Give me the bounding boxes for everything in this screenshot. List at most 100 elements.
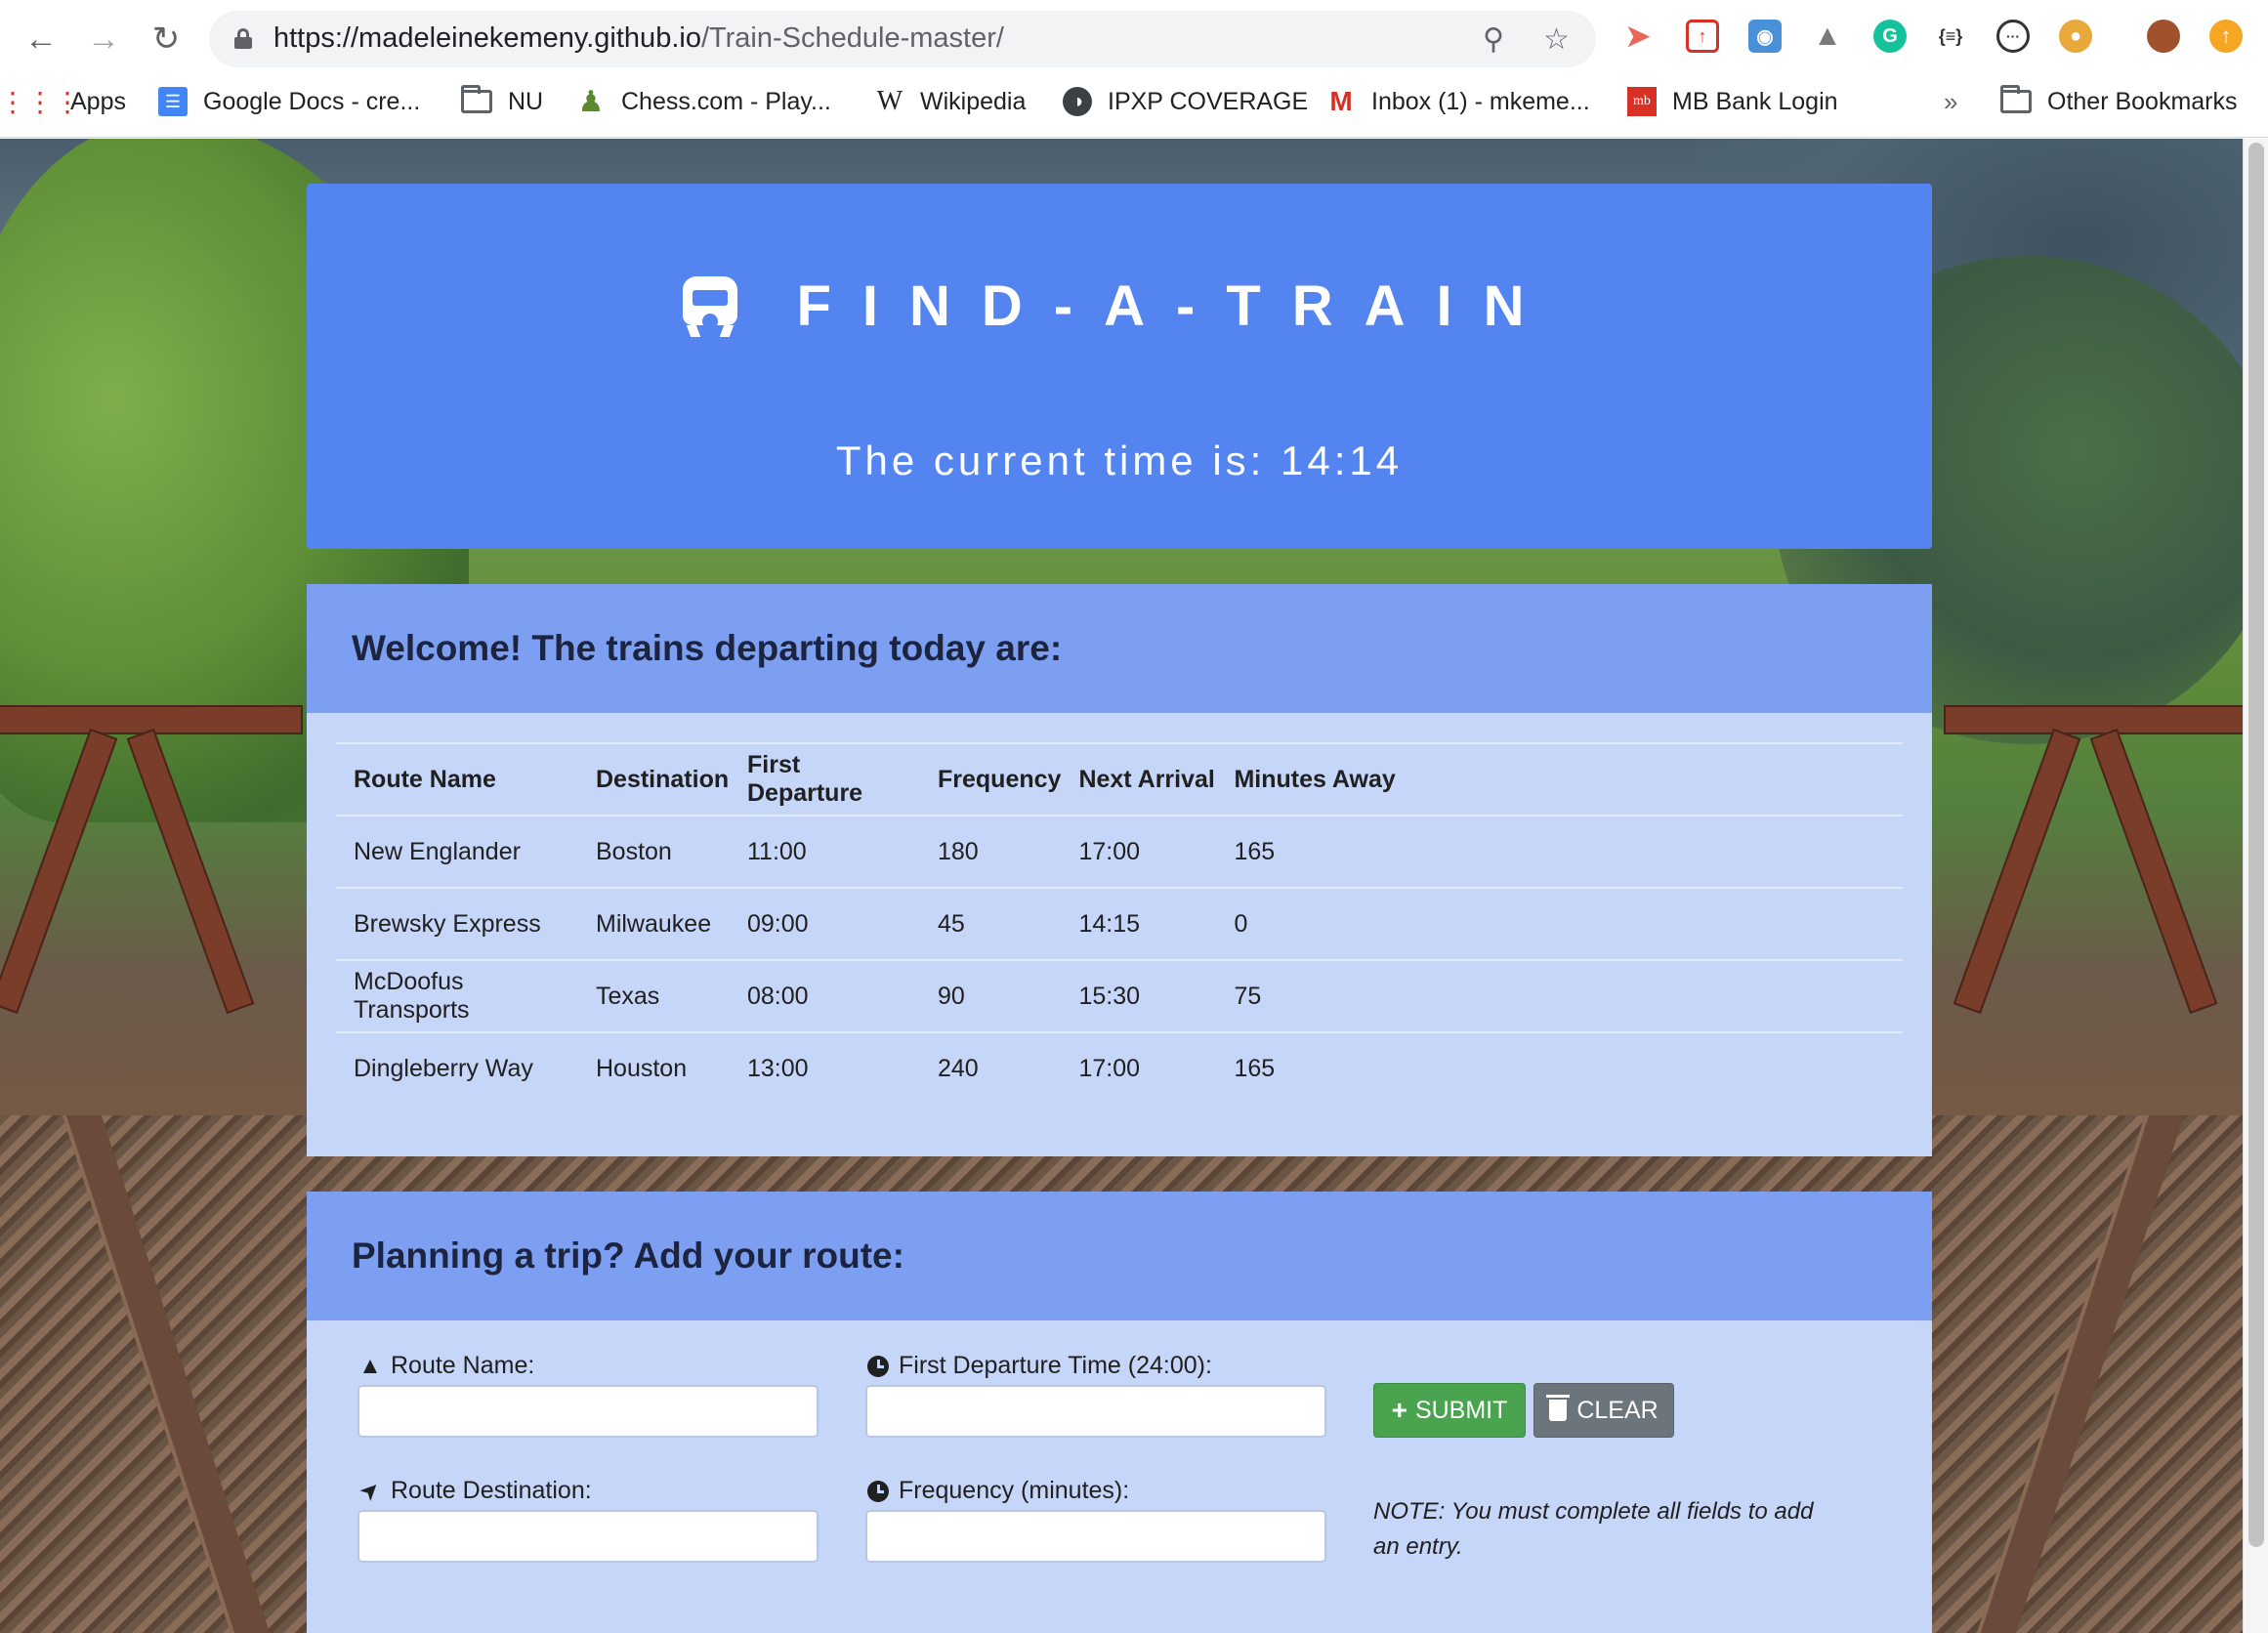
table-cell: 11:00: [730, 815, 920, 888]
table-cell: 17:00: [1061, 1031, 1217, 1105]
column-header: Minutes Away: [1216, 742, 1903, 816]
first-departure-label: First Departure Time (24:00):: [865, 1352, 1212, 1380]
update-icon[interactable]: ↑: [2209, 20, 2243, 53]
folder-icon: [2000, 85, 2032, 113]
clear-button[interactable]: CLEAR: [1533, 1383, 1674, 1438]
road-icon: ▲: [358, 1352, 382, 1379]
trash-icon: [1546, 1395, 1571, 1421]
zoom-icon[interactable]: ⚲: [1483, 22, 1504, 57]
bookmark-ipxp[interactable]: ◑ IPXP COVERAGE: [1063, 84, 1308, 119]
bookmark-label: MB Bank Login: [1672, 87, 1838, 115]
bookmark-wikipedia[interactable]: W Wikipedia: [875, 84, 1027, 119]
cast-extension-icon[interactable]: ➤: [1621, 20, 1655, 53]
bookmark-apps[interactable]: ⋮⋮⋮ Apps: [0, 84, 126, 119]
table-cell: Brewsky Express: [336, 887, 578, 960]
bookmark-chess[interactable]: ♟ Chess.com - Play...: [576, 84, 831, 119]
drive-extension-icon[interactable]: ▲: [1811, 20, 1844, 53]
color-extension-icon[interactable]: ●: [2059, 20, 2092, 53]
address-bar[interactable]: https://madeleinekemeny.github.io/Train-…: [209, 11, 1596, 67]
clock-icon: [865, 1355, 891, 1377]
bookmark-folder-nu[interactable]: NU: [461, 84, 543, 119]
grammarly-extension-icon[interactable]: G: [1873, 20, 1907, 53]
page-title: FIND-A-TRAIN: [796, 274, 1556, 338]
table-row: Brewsky Express Milwaukee 09:00 45 14:15…: [336, 887, 1903, 960]
brand: FIND-A-TRAIN: [307, 273, 1932, 339]
bookmark-gmail[interactable]: M Inbox (1) - mkeme...: [1326, 84, 1589, 119]
route-destination-label: ➤ Route Destination:: [354, 1475, 592, 1507]
table-cell: 13:00: [730, 1031, 920, 1105]
json-extension-icon[interactable]: {≡}: [1934, 20, 1967, 53]
screenshot-extension-icon[interactable]: ◉: [1748, 20, 1782, 53]
route-destination-label-text: Route Destination:: [391, 1477, 592, 1504]
forward-arrow-icon[interactable]: →: [82, 18, 125, 61]
add-route-panel: Planning a trip? Add your route: ▲ Route…: [307, 1192, 1932, 1633]
bookmarks-overflow-button[interactable]: »: [1944, 84, 1957, 119]
table-cell: 09:00: [730, 887, 920, 960]
clock-icon: [865, 1480, 891, 1502]
url-text[interactable]: https://madeleinekemeny.github.io/Train-…: [273, 22, 1004, 55]
form-note: NOTE: You must complete all fields to ad…: [1373, 1498, 1814, 1560]
page-scrollbar[interactable]: [2243, 139, 2268, 1633]
table-header-row: Route Name Destination First Departure F…: [336, 742, 1903, 816]
trains-panel: Welcome! The trains departing today are:…: [307, 584, 1932, 1156]
bookmark-label: Other Bookmarks: [2047, 87, 2238, 115]
table-row: McDoofus Transports Texas 08:00 90 15:30…: [336, 959, 1903, 1032]
route-name-input[interactable]: [357, 1385, 819, 1438]
table-cell: 14:15: [1061, 887, 1217, 960]
table-cell: New Englander: [336, 815, 578, 888]
plus-icon: +: [1391, 1395, 1407, 1425]
background-bridge-left: [0, 686, 303, 1015]
bookmark-label: NU: [508, 87, 544, 115]
globe-icon: ◑: [1063, 87, 1092, 116]
route-destination-input[interactable]: [357, 1510, 819, 1563]
frequency-label-text: Frequency (minutes):: [899, 1477, 1130, 1504]
route-name-label-text: Route Name:: [391, 1352, 535, 1379]
dots-extension-icon[interactable]: ···: [1996, 20, 2030, 53]
table-cell: 90: [920, 959, 1062, 1032]
column-header: Frequency: [920, 742, 1062, 816]
profile-avatar[interactable]: [2147, 20, 2180, 53]
frequency-label: Frequency (minutes):: [865, 1477, 1129, 1505]
table-cell: 15:30: [1061, 959, 1217, 1032]
bookmark-label: IPXP COVERAGE: [1108, 87, 1309, 115]
star-icon[interactable]: ☆: [1543, 22, 1570, 57]
bookmark-mb-bank[interactable]: mb MB Bank Login: [1627, 84, 1838, 119]
back-arrow-icon[interactable]: ←: [20, 18, 63, 61]
frequency-input[interactable]: [865, 1510, 1326, 1563]
table-row: Dingleberry Way Houston 13:00 240 17:00 …: [336, 1031, 1903, 1105]
table-cell: Texas: [578, 959, 730, 1032]
google-docs-icon: ☰: [158, 87, 188, 116]
reload-icon[interactable]: ↻: [145, 18, 188, 61]
header-jumbotron: FIND-A-TRAIN The current time is: 14:14: [307, 184, 1932, 549]
share-extension-icon[interactable]: ↑: [1686, 20, 1719, 53]
location-arrow-icon: ➤: [354, 1474, 387, 1508]
column-header: Destination: [578, 742, 730, 816]
bookmark-label: Google Docs - cre...: [203, 87, 421, 115]
bookmark-label: Chess.com - Play...: [621, 87, 831, 115]
scrollbar-thumb[interactable]: [2248, 143, 2264, 1547]
browser-chrome: ← → ↻ https://madeleinekemeny.github.io/…: [0, 0, 2268, 138]
table-cell: 08:00: [730, 959, 920, 1032]
apps-grid-icon: ⋮⋮⋮: [0, 86, 81, 117]
table-cell: 75: [1216, 959, 1903, 1032]
add-route-panel-heading: Planning a trip? Add your route:: [307, 1192, 1932, 1320]
first-departure-input[interactable]: [865, 1385, 1326, 1438]
table-cell: McDoofus Transports: [336, 959, 578, 1032]
column-header: Next Arrival: [1061, 742, 1217, 816]
table-cell: 165: [1216, 815, 1903, 888]
submit-button-label: SUBMIT: [1414, 1396, 1508, 1424]
table-cell: 180: [920, 815, 1062, 888]
table-cell: 45: [920, 887, 1062, 960]
chess-pawn-icon: ♟: [577, 85, 605, 118]
gmail-icon: M: [1329, 86, 1353, 116]
bookmark-google-docs[interactable]: ☰ Google Docs - cre...: [158, 84, 420, 119]
table-cell: Milwaukee: [578, 887, 730, 960]
bookmark-other[interactable]: Other Bookmarks: [2000, 84, 2238, 119]
lock-icon: [234, 28, 252, 49]
bookmark-label: Wikipedia: [920, 87, 1027, 115]
folder-icon: [461, 85, 492, 113]
table-cell: Dingleberry Way: [336, 1031, 578, 1105]
table-row: New Englander Boston 11:00 180 17:00 165: [336, 815, 1903, 888]
table-cell: Houston: [578, 1031, 730, 1105]
submit-button[interactable]: + SUBMIT: [1373, 1383, 1526, 1438]
